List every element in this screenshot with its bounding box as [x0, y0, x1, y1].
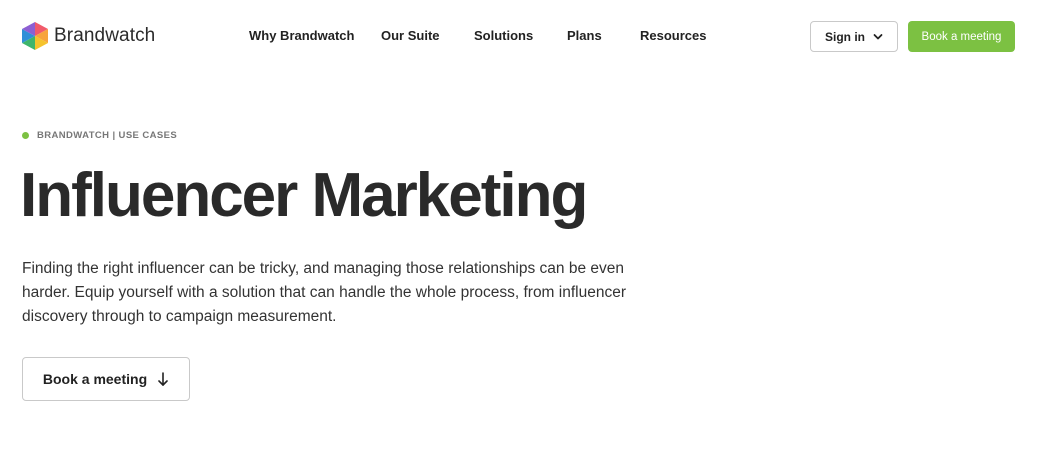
eyebrow-text: BRANDWATCH | USE CASES	[37, 130, 178, 141]
site-header: Brandwatch Why Brandwatch Our Suite Solu…	[0, 0, 1048, 72]
sign-in-button[interactable]: Sign in	[810, 21, 898, 52]
hero-description: Finding the right influencer can be tric…	[22, 260, 626, 325]
nav-solutions[interactable]: Solutions	[474, 28, 533, 43]
nav-plans[interactable]: Plans	[567, 28, 602, 43]
nav-resources[interactable]: Resources	[640, 28, 706, 43]
nav-why-brandwatch[interactable]: Why Brandwatch	[249, 28, 354, 43]
eyebrow: BRANDWATCH | USE CASES	[22, 130, 177, 141]
arrow-down-icon	[158, 371, 168, 386]
sign-in-label: Sign in	[825, 29, 865, 44]
eyebrow-dot	[22, 132, 29, 139]
book-meeting-header-label: Book a meeting	[921, 30, 1002, 43]
nav-our-suite[interactable]: Our Suite	[381, 28, 440, 43]
book-meeting-header-button[interactable]: Book a meeting	[908, 21, 1015, 52]
chevron-down-icon	[873, 33, 883, 39]
book-meeting-cta-button[interactable]: Book a meeting	[22, 357, 190, 401]
cta-label: Book a meeting	[42, 371, 148, 387]
page-title: Influencer Marketing	[20, 161, 588, 230]
